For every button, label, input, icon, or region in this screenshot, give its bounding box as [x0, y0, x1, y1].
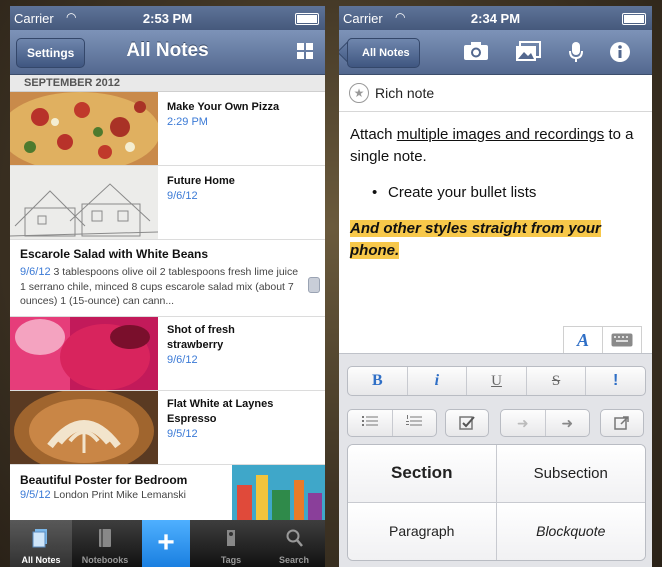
grid-view-icon[interactable]	[297, 43, 313, 59]
tab-all-notes[interactable]: All Notes	[10, 520, 72, 567]
paragraph-style-grid: Section Subsection Paragraph Blockquote	[347, 444, 646, 561]
arrow-left-icon: ➜	[516, 415, 529, 431]
formatting-panel: B i U S ! ➜ ➜ Section Subsection Paragra…	[339, 353, 652, 567]
strikethrough-button[interactable]: S	[527, 367, 587, 395]
info-icon[interactable]	[607, 41, 633, 63]
note-snippet: 3 tablespoons olive oil 2 tablespoons fr…	[20, 266, 299, 307]
highlighted-text: And other styles straight from your phon…	[350, 220, 601, 259]
note-date: 9/6/12	[167, 354, 198, 366]
important-button[interactable]: !	[586, 367, 645, 395]
status-bar: Carrier ◠ 2:34 PM	[339, 6, 652, 30]
checkbox-button[interactable]	[445, 409, 489, 437]
paragraph-text: Attach multiple images and recordings to…	[350, 126, 634, 165]
tab-bar: All Notes Notebooks + Tags Search	[10, 520, 325, 567]
star-icon[interactable]: ★	[349, 83, 369, 103]
nav-bar: Settings All Notes	[10, 30, 325, 75]
note-date: 9/6/12	[167, 190, 198, 202]
external-link-icon	[614, 416, 629, 430]
list-item[interactable]: Beautiful Poster for Bedroom 9/5/12 Lond…	[10, 465, 325, 521]
underlined-text: multiple images and recordings	[396, 126, 605, 143]
input-mode-tabs: A	[563, 326, 642, 353]
note-editor-screen: Carrier ◠ 2:34 PM All Notes ★ Rich note …	[339, 6, 652, 567]
italic-button[interactable]: i	[408, 367, 468, 395]
list-item[interactable]: Make Your Own Pizza 2:29 PM	[10, 92, 325, 166]
all-notes-screen: Carrier ◠ 2:53 PM Settings All Notes SEP…	[10, 6, 325, 567]
month-section-header: SEPTEMBER 2012	[10, 75, 325, 92]
tab-label: Notebooks	[81, 555, 129, 565]
camera-icon[interactable]	[463, 41, 489, 63]
note-title-field[interactable]: Rich note	[375, 85, 434, 101]
keyboard-icon	[611, 333, 633, 347]
note-title: Future Home	[167, 175, 235, 187]
scroll-indicator[interactable]	[308, 277, 320, 293]
note-title: Beautiful Poster for Bedroom	[20, 473, 188, 487]
note-editor[interactable]: Attach multiple images and recordings to…	[339, 112, 652, 262]
indent-button[interactable]: ➜	[546, 410, 590, 436]
note-date: 9/5/12	[167, 428, 198, 440]
underline-button[interactable]: U	[467, 367, 527, 395]
strawberry-thumbnail	[10, 317, 158, 390]
list-item[interactable]: Shot of fresh strawberry 9/6/12	[10, 317, 325, 391]
list-toolbar	[347, 409, 437, 437]
battery-icon	[622, 13, 646, 25]
note-title: Flat White at Laynes Espresso	[167, 398, 274, 425]
plus-icon: +	[157, 526, 175, 559]
note-snippet: London Print Mike Lemanski	[53, 489, 187, 501]
font-format-tab[interactable]: A	[564, 327, 602, 353]
search-icon	[286, 529, 303, 547]
page-title: All Notes	[126, 40, 209, 61]
numbered-list-icon	[406, 415, 423, 426]
share-button[interactable]	[600, 409, 644, 437]
photo-gallery-icon[interactable]	[515, 41, 541, 63]
poster-thumbnail	[232, 465, 325, 520]
tab-search[interactable]: Search	[263, 520, 325, 567]
house-sketch-thumbnail	[10, 166, 158, 239]
outdent-button[interactable]: ➜	[501, 410, 546, 436]
note-date: 9/5/12	[20, 489, 51, 501]
note-title-row[interactable]: ★ Rich note	[339, 75, 652, 112]
tab-label: Tags	[220, 555, 242, 565]
tag-icon	[227, 530, 235, 546]
notes-stack-icon	[32, 529, 47, 548]
tab-label: Search	[278, 555, 310, 565]
latte-art-thumbnail	[10, 391, 158, 464]
pizza-thumbnail	[10, 92, 158, 165]
numbered-list-button[interactable]	[393, 410, 437, 436]
note-title: Escarole Salad with White Beans	[20, 247, 209, 261]
blockquote-style-button[interactable]: Blockquote	[496, 502, 645, 560]
bullet-list-icon	[361, 416, 378, 426]
tab-tags[interactable]: Tags	[200, 520, 262, 567]
add-note-button[interactable]: +	[142, 520, 190, 567]
subsection-style-button[interactable]: Subsection	[496, 445, 645, 503]
nav-bar: All Notes	[339, 30, 652, 75]
note-date: 2:29 PM	[167, 116, 208, 128]
tab-notebooks[interactable]: Notebooks	[74, 520, 136, 567]
indent-toolbar: ➜ ➜	[500, 409, 590, 437]
keyboard-tab[interactable]	[602, 327, 641, 353]
list-item[interactable]: Flat White at Laynes Espresso 9/5/12	[10, 391, 325, 465]
bullet-list-button[interactable]	[348, 410, 393, 436]
notebook-icon	[99, 529, 111, 547]
paragraph-style-button[interactable]: Paragraph	[348, 502, 497, 560]
battery-icon	[295, 13, 319, 25]
tab-label: All Notes	[21, 555, 61, 565]
section-style-button[interactable]: Section	[348, 445, 497, 503]
back-button[interactable]: All Notes	[347, 38, 420, 68]
checkbox-icon	[459, 416, 475, 430]
note-title: Make Your Own Pizza	[167, 101, 280, 113]
arrow-right-icon: ➜	[561, 415, 574, 431]
clock: 2:53 PM	[142, 11, 193, 26]
microphone-icon[interactable]	[563, 41, 589, 63]
list-item[interactable]: Future Home 9/6/12	[10, 166, 325, 240]
clock: 2:34 PM	[470, 11, 521, 26]
note-title: Shot of fresh strawberry	[167, 324, 235, 351]
note-date: 9/6/12	[20, 266, 51, 278]
text-style-toolbar: B i U S !	[347, 366, 646, 396]
bold-button[interactable]: B	[348, 367, 408, 395]
list-item[interactable]: Escarole Salad with White Beans 9/6/12 3…	[10, 240, 325, 317]
status-bar: Carrier ◠ 2:53 PM	[10, 6, 325, 30]
bullet-item: Create your bullet lists	[350, 182, 640, 204]
